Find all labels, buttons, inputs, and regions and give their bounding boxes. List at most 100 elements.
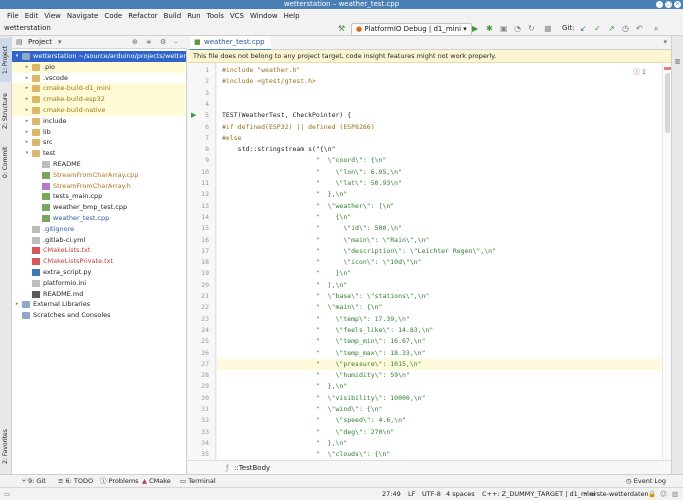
tree-item[interactable]: ▸ include [12,116,186,127]
line-number[interactable]: 18 [187,257,209,268]
tree-item[interactable]: platformio.ini [12,278,186,289]
tree-item[interactable]: Scratches and Consoles [12,310,186,321]
code-line[interactable]: " \"clouds\": {\n" [222,449,390,459]
line-number[interactable]: 16 [187,235,209,246]
code-line[interactable]: " \"temp\": 17.39,\n" [222,314,410,324]
code-line[interactable]: " },\n" [222,189,347,199]
resolve-context[interactable]: C++: Z_DUMMY_TARGET | d1_mini [482,489,595,500]
tree-item[interactable]: README.md [12,289,186,300]
debug-icon[interactable]: ✱ [486,24,493,34]
chevron-down-icon[interactable]: ▾ [24,148,30,159]
code-line[interactable]: " \"main\": {\n" [222,302,383,312]
chevron-right-icon[interactable]: ▸ [24,105,30,116]
line-number[interactable]: 19 [187,268,209,279]
code-line[interactable]: " \"coord\": {\n" [222,155,386,165]
tree-item[interactable]: StreamFromCharArray.cpp [12,170,186,181]
code-line[interactable]: " \"temp_max\": 18.33,\n" [222,348,426,358]
line-number[interactable]: 26 [187,348,209,359]
chevron-right-icon[interactable]: ▸ [14,299,20,310]
chevron-right-icon[interactable]: ▸ [24,73,30,84]
line-number[interactable]: 24 [187,325,209,336]
code-line[interactable]: " \"lat\": 50.93\n" [222,178,402,188]
code-line[interactable]: TEST(WeatherTest, CheckPointer) { [222,110,351,120]
tree-item[interactable]: weather_test.cpp [12,213,186,224]
menu-vcs[interactable]: VCS [230,12,244,20]
code-line[interactable]: " },\n" [222,438,347,448]
code-line[interactable]: " \"wind\": {\n" [222,404,383,414]
line-number[interactable]: 33 [187,427,209,438]
tab-project[interactable]: 1: Project [0,38,12,82]
code-line[interactable]: " {\n" [222,212,351,222]
tree-item[interactable]: ▾ wetterstation ~/source/arduino/projects… [12,51,186,62]
close-icon[interactable]: × [674,1,681,8]
line-number[interactable]: 11 [187,178,209,189]
menu-file[interactable]: File [7,12,19,20]
code-line[interactable]: #include "weather.h" [222,65,300,75]
git-push-icon[interactable]: ↗ [608,24,615,34]
tree-item[interactable]: weather_bmp_test.cpp [12,202,186,213]
code-line[interactable]: " \"id\": 500,\n" [222,223,402,233]
code-line[interactable]: " \"feels_like\": 14.83,\n" [222,325,433,335]
chevron-right-icon[interactable]: ▸ [24,116,30,127]
menu-tools[interactable]: Tools [207,12,224,20]
caret-position[interactable]: 27:49 [382,489,401,500]
menu-window[interactable]: Window [250,12,278,20]
indent-setting[interactable]: 4 spaces [446,489,475,500]
code-line[interactable]: " },\n" [222,381,347,391]
line-number[interactable]: 25 [187,336,209,347]
memory-icon[interactable]: ▥ [672,489,678,500]
line-number[interactable]: 13 [187,201,209,212]
stop-icon[interactable]: ■ [544,24,552,34]
code-line[interactable]: " \"humidity\": 59\n" [222,370,410,380]
tree-item[interactable]: ▸ cmake-build-esp32 [12,94,186,106]
code-line[interactable]: " \"description\": \"Leichter Regen\",\n… [222,246,496,256]
scrollbar-thumb[interactable] [665,73,670,133]
code-line[interactable]: " \"icon\": \"10d\"\n" [222,257,422,267]
chevron-right-icon[interactable]: ▸ [24,83,30,94]
tree-item[interactable]: ▸ .vscode [12,73,186,84]
tree-item[interactable]: CMakeListsPrivate.txt [12,256,186,267]
line-number[interactable]: 6 [187,122,209,133]
line-number[interactable]: 12 [187,189,209,200]
tab-commit[interactable]: 0: Commit [0,142,12,182]
tree-item[interactable]: ▸ External Libraries [12,299,186,310]
tab-favorites[interactable]: 2: Favorites [0,424,12,470]
search-icon[interactable]: ⌕ [654,24,658,34]
rollback-icon[interactable]: ↶ [636,24,643,34]
tree-item[interactable]: extra_script.py [12,267,186,278]
tree-item[interactable]: StreamFromCharArray.h [12,181,186,192]
line-number[interactable]: 7 [187,133,209,144]
layout-icon[interactable]: ▭ [4,489,10,500]
tree-item[interactable]: ▸ cmake-build-d1_mini [12,83,186,95]
tool-tab-event-log[interactable]: ◷ Event Log [626,476,666,487]
build-hammer-icon[interactable]: ⚒ [338,24,345,34]
line-number[interactable]: 10 [187,167,209,178]
menu-edit[interactable]: Edit [25,12,39,20]
profile-icon[interactable]: ◔ [514,24,521,34]
line-number[interactable]: 23 [187,314,209,325]
code-line[interactable]: " \"deg\": 270\n" [222,427,394,437]
code-line[interactable]: #if defined(ESP32) || defined (ESP8266) [222,122,375,132]
tree-item[interactable]: README [12,159,186,170]
chevron-right-icon[interactable]: ▸ [24,127,30,138]
tree-item[interactable]: ▸ lib [12,127,186,138]
menu-view[interactable]: View [44,12,61,20]
line-number[interactable]: 14 [187,212,209,223]
editor-scrollbar[interactable] [662,63,671,460]
code-line[interactable]: " \"speed\": 4.6,\n" [222,415,406,425]
line-number[interactable]: 27 [187,359,209,370]
run-icon[interactable]: ▶ [472,24,478,34]
code-line[interactable]: std::stringstream s("{\n" [222,144,336,154]
line-number[interactable]: 1 [187,65,209,76]
menu-run[interactable]: Run [187,12,200,20]
code-line[interactable]: " \"visibility\": 10000,\n" [222,393,426,403]
run-test-icon[interactable]: ▶ [191,110,196,121]
line-number[interactable]: 29 [187,381,209,392]
error-stripe-marker[interactable] [664,67,671,70]
gear-icon[interactable]: ⚙ [160,38,166,46]
inspector-icon[interactable]: ☺ [660,489,667,500]
line-number[interactable]: 35 [187,449,209,460]
chevron-right-icon[interactable]: ▸ [24,94,30,105]
tree-item[interactable]: tests_main.cpp [12,191,186,202]
chevron-right-icon[interactable]: ▸ [24,62,30,73]
